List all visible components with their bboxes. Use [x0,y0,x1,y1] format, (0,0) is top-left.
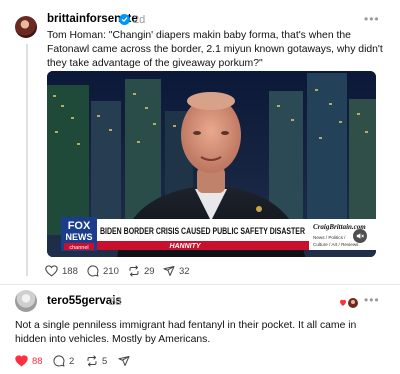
more-options-button[interactable]: ••• [364,293,380,307]
watermark-tags: News / Politics / [313,235,346,240]
fox-logo-text: FOX [68,220,91,232]
reply-text: Not a single penniless immigrant had fen… [15,320,357,345]
repost-icon [87,355,97,367]
thread-post: brittainforsenate 2d ••• Tom Homan: "Cha… [0,0,400,284]
post-divider [0,284,400,285]
avatar[interactable] [15,16,37,38]
share-icon [163,266,175,276]
thread-line [26,44,28,276]
post-time[interactable]: 2d [109,296,121,308]
repost-icon [129,265,139,277]
post-video[interactable]: FOX NEWS channel BIDEN BORDER CRISIS CAU… [47,71,376,257]
post-caption: Tom Homan: "Changin' diapers makin baby … [47,30,383,69]
like-count: 188 [62,265,78,277]
repost-count: 29 [144,265,155,277]
fox-logo-text: channel [69,245,88,251]
chyron-headline: BIDEN BORDER CRISIS CAUSED PUBLIC SAFETY… [100,225,305,236]
show-name: HANNITY [169,243,201,250]
like-count: 88 [32,355,43,367]
share-icon [118,356,130,366]
more-options-button[interactable]: ••• [364,12,380,26]
comment-icon [87,265,99,277]
comment-icon [53,355,65,367]
avatar[interactable] [15,290,37,312]
reply-button[interactable]: 210 [87,265,119,277]
heart-icon [15,355,28,367]
reaction-avatars [340,296,360,308]
repost-button[interactable]: 29 [128,265,155,277]
heart-icon [45,265,58,277]
watermark-tags: Culture / Art / Reviews [313,242,359,247]
repost-button[interactable]: 5 [86,355,107,367]
reply-button[interactable]: 2 [53,355,74,367]
reply-count: 2 [69,355,75,367]
share-count: 32 [179,265,190,277]
verified-badge-icon [119,14,130,25]
repost-count: 5 [102,355,108,367]
share-button[interactable] [118,355,130,367]
post-time[interactable]: 2d [133,14,145,26]
share-button[interactable]: 32 [163,265,190,277]
fox-logo-text: NEWS [66,232,93,242]
like-button[interactable]: 188 [45,265,78,277]
like-button[interactable]: 88 [15,355,43,367]
mute-icon[interactable] [353,229,367,243]
reply-count: 210 [103,265,119,277]
